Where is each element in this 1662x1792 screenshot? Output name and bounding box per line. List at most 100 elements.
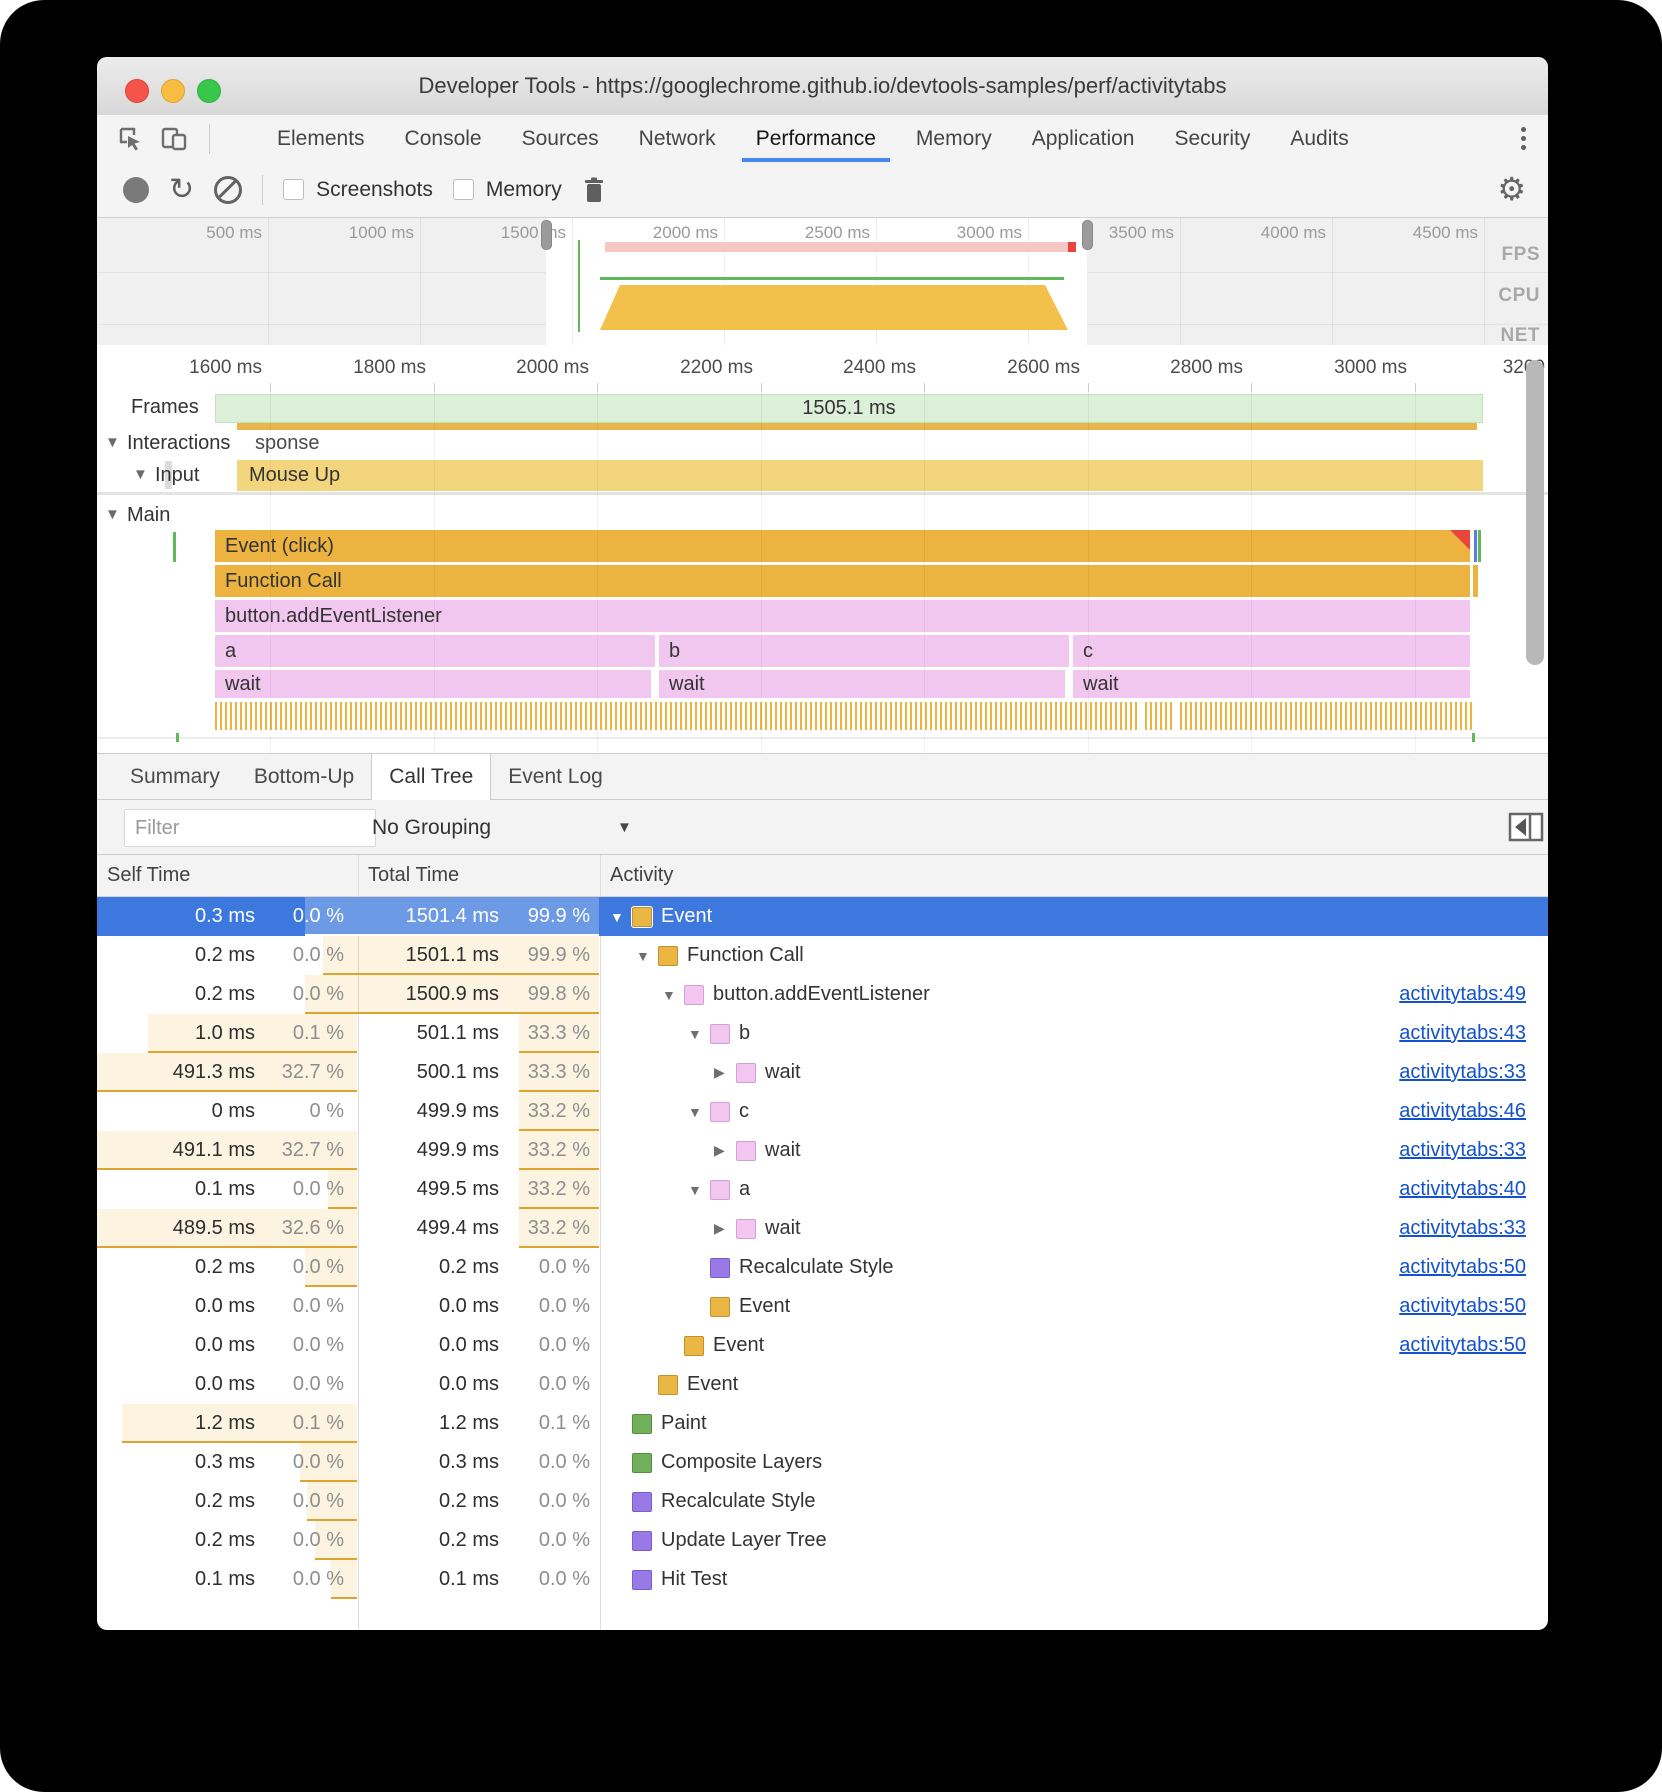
tree-collapse-arrow-icon[interactable]: ▼	[688, 1182, 710, 1198]
table-row[interactable]: 1.2 ms0.1 %1.2 ms0.1 %Paint	[97, 1404, 1548, 1443]
source-link[interactable]: activitytabs:33	[1399, 1217, 1526, 1240]
table-row[interactable]: 0.1 ms0.0 %499.5 ms33.2 %▼aactivitytabs:…	[97, 1170, 1548, 1209]
source-link[interactable]: activitytabs:43	[1399, 1022, 1526, 1045]
selection-handle-right[interactable]	[1082, 220, 1093, 250]
garbage-collect-icon[interactable]	[582, 176, 606, 204]
table-row[interactable]: 0.1 ms0.0 %0.1 ms0.0 %Hit Test	[97, 1560, 1548, 1599]
self-time-percent: 0.0 %	[293, 1178, 344, 1201]
flame-bar[interactable]: wait	[659, 670, 1065, 698]
col-activity[interactable]: Activity	[610, 864, 673, 887]
overview-tick: 4500 ms	[1413, 223, 1478, 243]
table-row[interactable]: 1.0 ms0.1 %501.1 ms33.3 %▼bactivitytabs:…	[97, 1014, 1548, 1053]
source-link[interactable]: activitytabs:50	[1399, 1334, 1526, 1357]
flame-bar[interactable]: c	[1073, 635, 1470, 667]
table-row[interactable]: 0.2 ms0.0 %1501.1 ms99.9 %▼Function Call	[97, 936, 1548, 975]
flame-bar[interactable]: wait	[215, 670, 651, 698]
capture-settings-icon[interactable]: ⚙	[1497, 170, 1526, 208]
col-self-time[interactable]: Self Time	[107, 864, 190, 887]
source-link[interactable]: activitytabs:50	[1399, 1295, 1526, 1318]
tab-sources[interactable]: Sources	[508, 115, 613, 162]
tab-application[interactable]: Application	[1018, 115, 1149, 162]
self-time-percent: 0.0 %	[293, 1568, 344, 1591]
source-link[interactable]: activitytabs:33	[1399, 1061, 1526, 1084]
collapse-arrow-icon[interactable]: ▼	[105, 434, 120, 451]
device-toolbar-icon[interactable]	[159, 125, 189, 153]
inspect-element-icon[interactable]	[117, 125, 145, 153]
overview-tick: 2000 ms	[653, 223, 718, 243]
tree-collapse-arrow-icon[interactable]: ▼	[636, 948, 658, 964]
micro-activity-stripes[interactable]	[215, 702, 1472, 730]
show-sidebar-icon[interactable]	[1508, 811, 1544, 843]
table-row[interactable]: 0.2 ms0.0 %0.2 ms0.0 %Update Layer Tree	[97, 1521, 1548, 1560]
panel-tab-bottom-up[interactable]: Bottom-Up	[237, 754, 371, 799]
record-button[interactable]	[123, 177, 149, 203]
flame-bar[interactable]: Function Call	[215, 565, 1470, 597]
tree-collapse-arrow-icon[interactable]: ▼	[688, 1104, 710, 1120]
vertical-scrollbar[interactable]	[1526, 360, 1544, 665]
tree-collapse-arrow-icon[interactable]: ▼	[610, 909, 632, 925]
table-header: Self Time Total Time Activity	[97, 855, 1548, 897]
table-row[interactable]: 0.0 ms0.0 %0.0 ms0.0 %Eventactivitytabs:…	[97, 1326, 1548, 1365]
activity-label: Recalculate Style	[739, 1256, 894, 1279]
source-link[interactable]: activitytabs:33	[1399, 1139, 1526, 1162]
flame-bar[interactable]: wait	[1073, 670, 1470, 698]
table-row[interactable]: 0.2 ms0.0 %0.2 ms0.0 %Recalculate Style	[97, 1482, 1548, 1521]
panel-tab-event-log[interactable]: Event Log	[491, 754, 620, 799]
table-row[interactable]: 0 ms0 %499.9 ms33.2 %▼cactivitytabs:46	[97, 1092, 1548, 1131]
tree-collapse-arrow-icon[interactable]: ▼	[662, 987, 684, 1003]
response-bar[interactable]	[237, 423, 1477, 430]
tree-collapse-arrow-icon[interactable]: ▼	[688, 1026, 710, 1042]
table-row[interactable]: 489.5 ms32.6 %499.4 ms33.2 %▶waitactivit…	[97, 1209, 1548, 1248]
reload-and-record-icon[interactable]: ↻	[169, 177, 194, 203]
col-total-time[interactable]: Total Time	[368, 864, 459, 887]
ruler-tick: 2200 ms	[680, 357, 753, 379]
activity-label: Function Call	[687, 944, 804, 967]
tab-elements[interactable]: Elements	[263, 115, 379, 162]
tab-network[interactable]: Network	[625, 115, 730, 162]
table-row[interactable]: 0.2 ms0.0 %1500.9 ms99.8 %▼button.addEve…	[97, 975, 1548, 1014]
tab-console[interactable]: Console	[391, 115, 496, 162]
collapse-arrow-icon[interactable]: ▼	[105, 506, 120, 523]
filter-input[interactable]	[124, 809, 376, 847]
flame-bar[interactable]: Event (click)	[215, 530, 1470, 562]
table-row[interactable]: 0.2 ms0.0 %0.2 ms0.0 %Recalculate Stylea…	[97, 1248, 1548, 1287]
table-row[interactable]: 0.0 ms0.0 %0.0 ms0.0 %Eventactivitytabs:…	[97, 1287, 1548, 1326]
more-options-icon[interactable]	[1521, 127, 1526, 150]
flame-bar[interactable]: b	[659, 635, 1069, 667]
flame-bar[interactable]: a	[215, 635, 655, 667]
collapse-arrow-icon[interactable]: ▼	[133, 466, 148, 483]
self-time-value: 0.2 ms	[195, 1529, 255, 1552]
filter-row: No Grouping ▼	[97, 800, 1548, 855]
source-link[interactable]: activitytabs:40	[1399, 1178, 1526, 1201]
tree-expand-arrow-icon[interactable]: ▶	[714, 1220, 736, 1237]
source-link[interactable]: activitytabs:49	[1399, 983, 1526, 1006]
memory-checkbox[interactable]	[453, 179, 474, 200]
grouping-select[interactable]: No Grouping	[372, 800, 491, 855]
frames-bar[interactable]: 1505.1 ms	[215, 394, 1483, 423]
clear-recording-icon[interactable]	[214, 176, 242, 204]
selection-handle-left[interactable]	[541, 220, 552, 250]
table-row[interactable]: 0.0 ms0.0 %0.0 ms0.0 %Event	[97, 1365, 1548, 1404]
panel-tab-summary[interactable]: Summary	[113, 754, 237, 799]
tab-performance[interactable]: Performance	[742, 115, 890, 162]
panel-tab-call-tree[interactable]: Call Tree	[371, 754, 491, 800]
table-row[interactable]: 0.3 ms0.0 %1501.4 ms99.9 %▼Event	[97, 897, 1548, 936]
ruler-tick: 2800 ms	[1170, 357, 1243, 379]
table-row[interactable]: 491.1 ms32.7 %499.9 ms33.2 %▶waitactivit…	[97, 1131, 1548, 1170]
table-row[interactable]: 491.3 ms32.7 %500.1 ms33.3 %▶waitactivit…	[97, 1053, 1548, 1092]
table-row[interactable]: 0.3 ms0.0 %0.3 ms0.0 %Composite Layers	[97, 1443, 1548, 1482]
screenshots-checkbox[interactable]	[283, 179, 304, 200]
timeline-overview[interactable]: 500 ms1000 ms1500 ms2000 ms2500 ms3000 m…	[97, 218, 1548, 346]
activity-label: Recalculate Style	[661, 1490, 816, 1513]
source-link[interactable]: activitytabs:50	[1399, 1256, 1526, 1279]
tab-security[interactable]: Security	[1160, 115, 1264, 162]
mouse-up-bar[interactable]: Mouse Up	[237, 460, 1483, 491]
flame-bar[interactable]: button.addEventListener	[215, 600, 1470, 632]
total-time-value: 499.9 ms	[417, 1139, 499, 1162]
toolbar-separator	[262, 175, 263, 205]
tree-expand-arrow-icon[interactable]: ▶	[714, 1142, 736, 1159]
tree-expand-arrow-icon[interactable]: ▶	[714, 1064, 736, 1081]
source-link[interactable]: activitytabs:46	[1399, 1100, 1526, 1123]
tab-memory[interactable]: Memory	[902, 115, 1006, 162]
tab-audits[interactable]: Audits	[1276, 115, 1362, 162]
